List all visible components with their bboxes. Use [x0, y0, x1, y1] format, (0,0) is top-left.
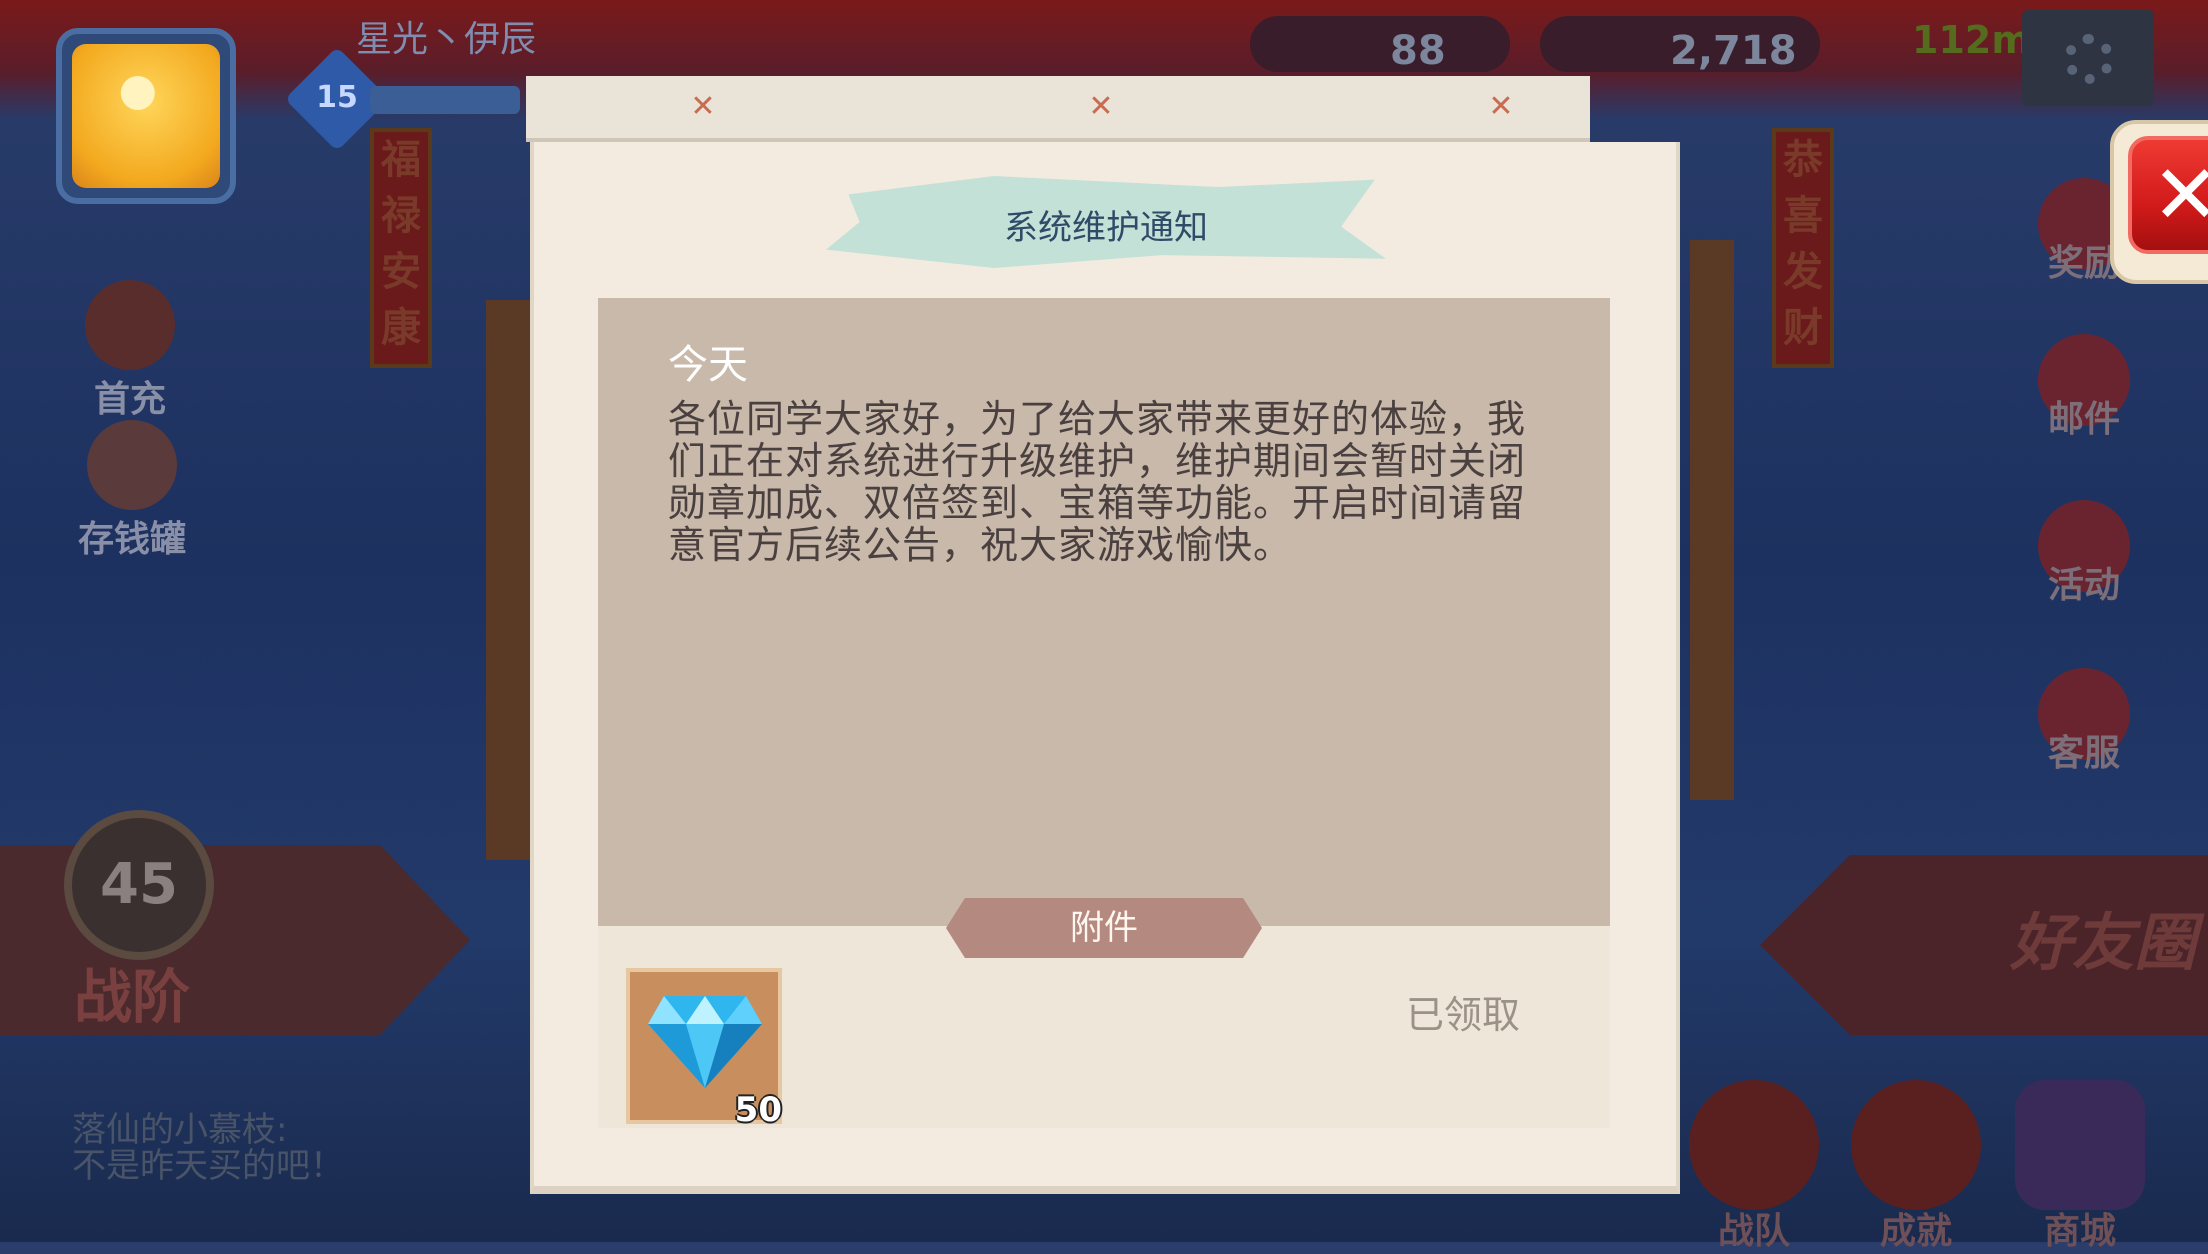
avatar-image	[72, 44, 220, 188]
close-button[interactable]: ✕	[2110, 120, 2208, 284]
pin-icon: ✕	[1488, 89, 1514, 124]
xp-bar	[370, 86, 520, 114]
mail-button[interactable]: 邮件	[2014, 334, 2154, 442]
wood-post-left	[486, 300, 530, 860]
player-name: 星光丶伊辰	[356, 19, 537, 60]
money-bag-icon	[85, 280, 175, 370]
player-avatar[interactable]	[56, 28, 236, 204]
service-button[interactable]: 客服	[2014, 668, 2154, 776]
piggy-bank-label: 存钱罐	[77, 519, 186, 560]
attachment-tab: 附件	[946, 898, 1262, 958]
chat-message[interactable]: 落仙的小慕枝: 不是昨天买的吧！	[72, 1112, 344, 1184]
pin-icon: ✕	[690, 89, 716, 124]
achievement-label: 成就	[1879, 1211, 1952, 1252]
message-content-box	[598, 298, 1610, 926]
service-label: 客服	[2047, 733, 2120, 774]
first-recharge-button[interactable]: 首充	[70, 280, 190, 422]
rank-label: 战阶	[74, 963, 191, 1031]
chat-sender: 落仙的小慕枝:	[72, 1110, 288, 1150]
attachment-item-count: 50	[734, 1090, 782, 1130]
close-icon: ✕	[2128, 136, 2208, 254]
piggy-bank-icon	[87, 420, 177, 510]
gem-counter[interactable]: 88	[1250, 16, 1510, 74]
message-date: 今天	[668, 342, 748, 388]
team-button[interactable]: 战队	[1684, 1080, 1824, 1254]
friends-label: 好友圈	[2010, 906, 2197, 979]
dialog-title: 系统维护通知	[1004, 208, 1208, 248]
rank-tier-number: 45	[64, 810, 214, 960]
trophy-icon	[1851, 1080, 1981, 1210]
event-button[interactable]: 活动	[2014, 500, 2154, 608]
maintenance-notice-dialog: ✕ ✕ ✕ 系统维护通知 今天 各位同学大家好，为了给大家带来更好的体验，我们正…	[526, 76, 2208, 1206]
diamond-icon	[648, 996, 762, 1088]
pin-icon: ✕	[1088, 89, 1114, 124]
team-label: 战队	[1717, 1211, 1790, 1252]
shop-button[interactable]: 商城	[2010, 1080, 2150, 1254]
level-number: 15	[316, 80, 358, 115]
shop-label: 商城	[2043, 1211, 2116, 1252]
chat-text: 不是昨天买的吧！	[72, 1146, 344, 1186]
team-icon	[1689, 1080, 1819, 1210]
coin-count: 2,718	[1670, 28, 1797, 74]
settings-button[interactable]	[2022, 10, 2154, 106]
mail-label: 邮件	[2047, 399, 2120, 440]
attachment-item-slot[interactable]: 50	[626, 968, 782, 1130]
cart-icon	[2015, 1080, 2145, 1210]
event-label: 活动	[2047, 565, 2120, 606]
left-banner: 福禄安康	[370, 128, 432, 368]
message-body: 各位同学大家好，为了给大家带来更好的体验，我们正在对系统进行升级维护，维护期间会…	[668, 397, 1527, 567]
right-banner: 恭喜发财	[1772, 128, 1834, 368]
wood-post-right	[1690, 240, 1734, 800]
gem-count: 88	[1390, 28, 1446, 74]
gear-icon	[2064, 34, 2114, 84]
achievement-button[interactable]: 成就	[1846, 1080, 1986, 1254]
paper-header: ✕ ✕ ✕	[526, 76, 1590, 142]
piggy-bank-button[interactable]: 存钱罐	[62, 420, 202, 562]
claimed-status: 已领取	[1406, 993, 1521, 1037]
coin-counter[interactable]: 2,718	[1540, 16, 1820, 74]
first-recharge-label: 首充	[93, 379, 166, 420]
